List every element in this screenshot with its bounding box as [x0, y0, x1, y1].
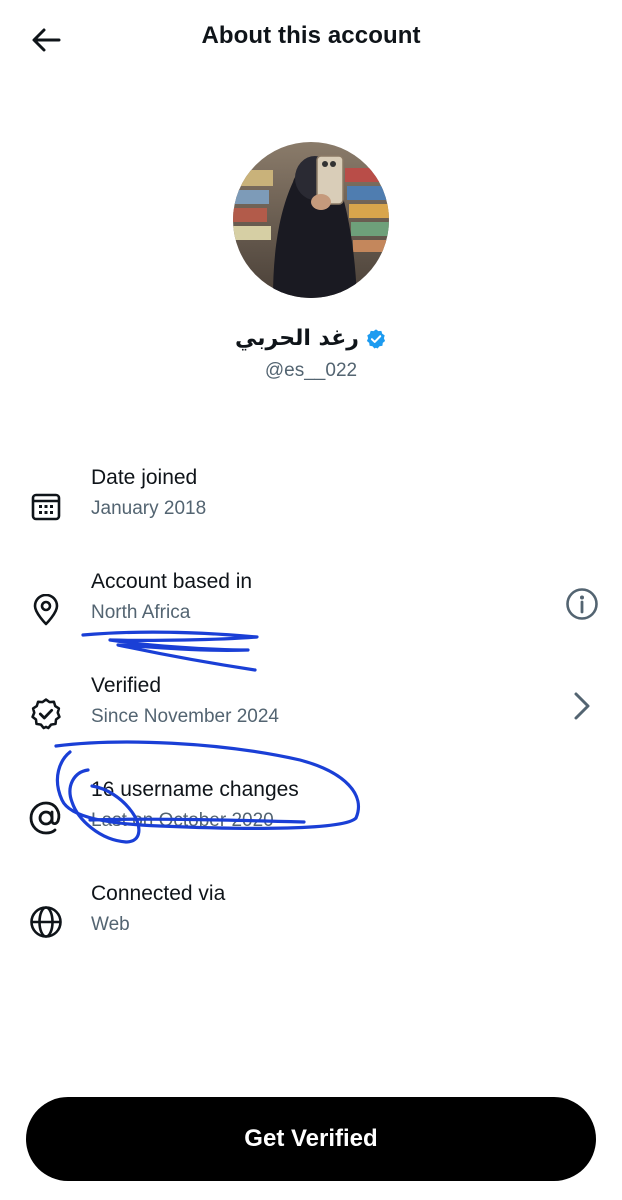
get-verified-button[interactable]: Get Verified — [26, 1097, 596, 1181]
row-title: Account based in — [91, 570, 253, 593]
info-button[interactable] — [562, 584, 602, 624]
row-subtitle: January 2018 — [91, 498, 207, 519]
row-subtitle: North Africa — [91, 602, 191, 623]
row-title: Verified — [91, 674, 162, 697]
profile-name-row: رغد الحربي — [0, 326, 622, 351]
header: About this account — [0, 0, 622, 78]
info-icon — [566, 588, 598, 620]
row-connected-via: Connected via Web — [0, 882, 622, 962]
row-username-changes: 16 username changes Last on October 2020 — [0, 778, 622, 858]
display-name: رغد الحربي — [235, 326, 359, 351]
row-title: Connected via — [91, 882, 226, 905]
location-pin-icon — [26, 590, 66, 630]
row-account-based-in: Account based in North Africa — [0, 570, 622, 650]
at-sign-icon — [26, 798, 66, 838]
row-date-joined: Date joined January 2018 — [0, 466, 622, 546]
row-subtitle: Web — [91, 914, 130, 935]
row-title: Date joined — [91, 466, 198, 489]
verified-check-icon — [366, 328, 386, 349]
row-verified[interactable]: Verified Since November 2024 — [0, 674, 622, 754]
globe-icon — [26, 902, 66, 942]
row-title: 16 username changes — [91, 778, 299, 801]
handle: @es__022 — [264, 360, 358, 381]
page-title: About this account — [201, 22, 421, 49]
chevron-right-icon — [574, 692, 590, 720]
verified-chevron-button[interactable] — [562, 686, 602, 726]
row-subtitle: Last on October 2020 — [91, 810, 274, 831]
row-subtitle: Since November 2024 — [91, 706, 279, 727]
verified-badge-icon — [26, 694, 66, 734]
calendar-icon — [26, 486, 66, 526]
avatar — [233, 142, 389, 298]
